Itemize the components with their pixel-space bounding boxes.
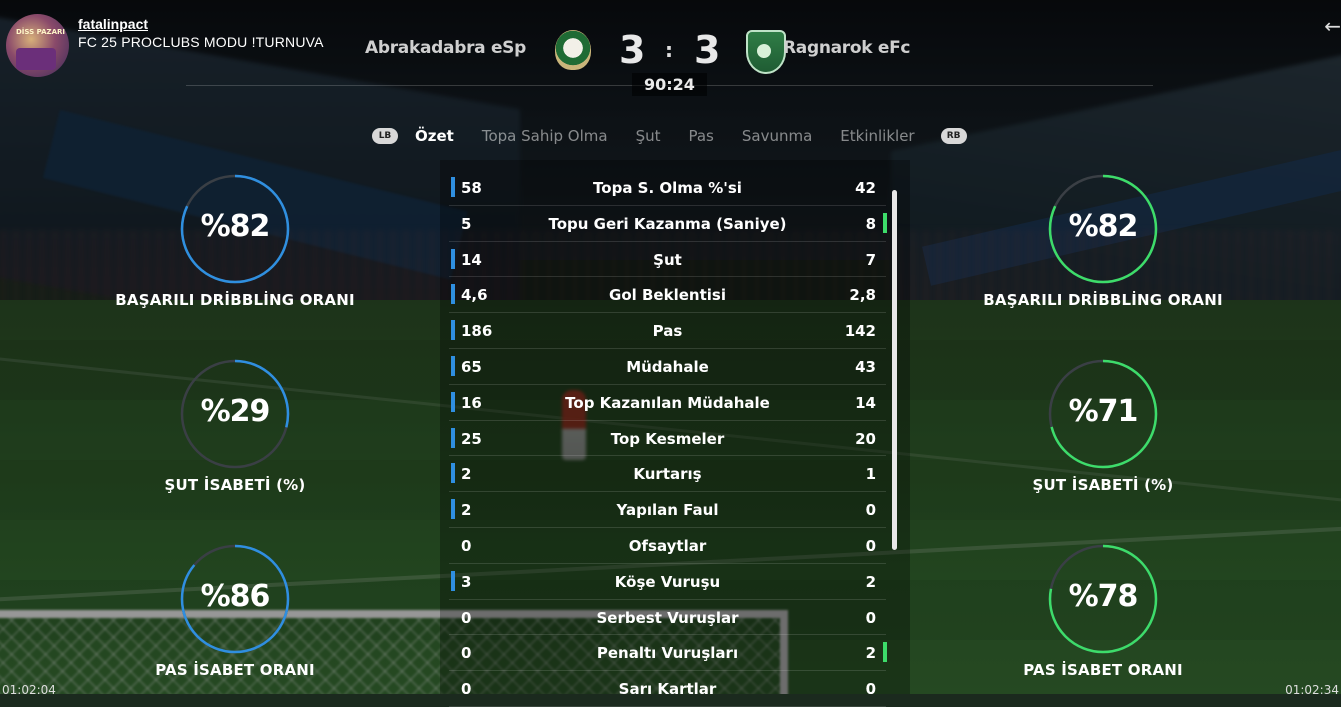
away-stat-value: 8 (865, 214, 876, 233)
stat-label: Köşe Vuruşu (614, 572, 721, 591)
away-shot-accuracy-label: ŞUT İSABETİ (%) (1032, 476, 1174, 494)
away-stat-value: 43 (855, 357, 876, 376)
avatar-art (16, 48, 56, 70)
away-stat-value: 2,8 (849, 286, 876, 305)
channel-info: DİSS PAZARI fatalinpact FC 25 PROCLUBS M… (6, 14, 324, 77)
stat-row: 2 Yapılan Faul 0 (449, 492, 886, 528)
away-dribble-label: BAŞARILI DRİBBLİNG ORANI (983, 291, 1223, 309)
away-stat-value: 0 (865, 536, 876, 555)
tab-passes[interactable]: Pas (688, 127, 713, 145)
home-pass-accuracy-label: PAS İSABET ORANI (155, 661, 315, 679)
stat-row: 25 Top Kesmeler 20 (449, 421, 886, 457)
stat-row: 0 Sarı Kartlar 0 (449, 671, 886, 707)
avatar-logo-text: DİSS PAZARI (16, 28, 66, 36)
tab-possession[interactable]: Topa Sahip Olma (482, 127, 608, 145)
channel-name[interactable]: fatalinpact (78, 16, 324, 32)
away-stat-value: 2 (865, 644, 876, 663)
stat-label: Ofsaytlar (628, 536, 707, 555)
tab-events[interactable]: Etkinlikler (840, 127, 914, 145)
away-stat-value: 0 (865, 608, 876, 627)
stat-label: Pas (652, 322, 683, 341)
stat-label: Yapılan Faul (616, 501, 719, 520)
away-score: 3 (694, 28, 721, 72)
away-stat-value: 1 (865, 465, 876, 484)
home-team-crest-icon (555, 30, 591, 70)
home-dribble-gauge: %82 (180, 174, 290, 284)
home-score: 3 (619, 28, 646, 72)
stats-tabs: LB Özet Topa Sahip Olma Şut Pas Savunma … (372, 125, 967, 147)
stat-row: 58 Topa S. Olma %'si 42 (449, 170, 886, 206)
stat-label: Penaltı Vuruşları (596, 644, 739, 663)
away-stat-value: 7 (865, 250, 876, 269)
tab-defense[interactable]: Savunma (742, 127, 812, 145)
stat-label: Top Kesmeler (610, 429, 725, 448)
stat-row: 186 Pas 142 (449, 313, 886, 349)
stat-row: 0 Penaltı Vuruşları 2 (449, 635, 887, 672)
stat-row: 4,6 Gol Beklentisi 2,8 (449, 277, 886, 314)
home-dribble-label: BAŞARILI DRİBBLİNG ORANI (115, 291, 355, 309)
timestamp-left: 01:02:04 (2, 683, 56, 697)
stat-label: Şut (653, 250, 682, 269)
stat-row: 5 Topu Geri Kazanma (Saniye) 8 (449, 206, 887, 242)
home-shot-accuracy-label: ŞUT İSABETİ (%) (164, 476, 306, 494)
lb-button-icon[interactable]: LB (372, 128, 398, 144)
away-stat-value: 14 (855, 393, 876, 412)
home-shot-accuracy-gauge: %29 (180, 359, 290, 469)
stat-label: Kurtarış (633, 465, 702, 484)
away-stat-value: 2 (865, 572, 876, 591)
stat-row: 0 Ofsaytlar 0 (449, 528, 886, 564)
stat-label: Topa S. Olma %'si (593, 179, 742, 197)
away-pass-accuracy-gauge: %78 (1048, 544, 1158, 654)
timestamp-right: 01:02:34 (1285, 683, 1339, 697)
stat-label: Top Kazanılan Müdahale (565, 393, 770, 412)
stat-row: 14 Şut 7 (449, 242, 886, 278)
away-dribble-gauge: %82 (1048, 174, 1158, 284)
gauge-value: %82 (200, 209, 271, 244)
home-pass-accuracy-gauge: %86 (180, 544, 290, 654)
gauge-value: %29 (200, 394, 271, 429)
stat-row: 3 Köşe Vuruşu 2 (449, 564, 886, 600)
away-team-name: Ragnarok eFc (783, 38, 911, 58)
away-pass-accuracy-label: PAS İSABET ORANI (1023, 661, 1183, 679)
away-team-crest-icon (746, 30, 786, 74)
match-clock: 90:24 (632, 73, 707, 96)
tab-ozet[interactable]: Özet (415, 127, 454, 145)
stat-label: Sarı Kartlar (618, 680, 717, 699)
score-separator: : (665, 38, 673, 62)
channel-avatar[interactable]: DİSS PAZARI (6, 14, 69, 77)
crest-ball-icon (757, 44, 771, 58)
stream-title: FC 25 PROCLUBS MODU !TURNUVA (78, 34, 324, 50)
stats-table: 58 Topa S. Olma %'si 42 5 Topu Geri Kazanma … (449, 170, 887, 707)
away-stat-value: 142 (844, 322, 876, 341)
tab-shots[interactable]: Şut (636, 127, 661, 145)
away-stat-value: 20 (855, 429, 876, 448)
stat-row: 16 Top Kazanılan Müdahale 14 (449, 385, 886, 421)
rb-button-icon[interactable]: RB (940, 128, 967, 144)
stat-label: Müdahale (626, 357, 709, 376)
back-arrow-icon[interactable]: ← (1324, 14, 1341, 38)
away-stat-value: 42 (855, 179, 876, 197)
home-team-name: Abrakadabra eSp (365, 38, 526, 58)
away-stat-value: 0 (865, 501, 876, 520)
away-shot-accuracy-gauge: %71 (1048, 359, 1158, 469)
stat-row: 65 Müdahale 43 (449, 349, 886, 385)
gauge-value: %71 (1068, 394, 1139, 429)
stat-label: Topu Geri Kazanma (Saniye) (548, 214, 787, 233)
stat-row: 2 Kurtarış 1 (449, 456, 886, 493)
stats-scrollbar[interactable] (892, 190, 897, 550)
gauge-value: %82 (1068, 209, 1139, 244)
stat-label: Serbest Vuruşlar (596, 608, 739, 627)
gauge-value: %86 (200, 579, 271, 614)
stat-label: Gol Beklentisi (609, 286, 726, 305)
stat-row: 0 Serbest Vuruşlar 0 (449, 600, 886, 636)
away-stat-value: 0 (865, 680, 876, 699)
gauge-value: %78 (1068, 579, 1139, 614)
